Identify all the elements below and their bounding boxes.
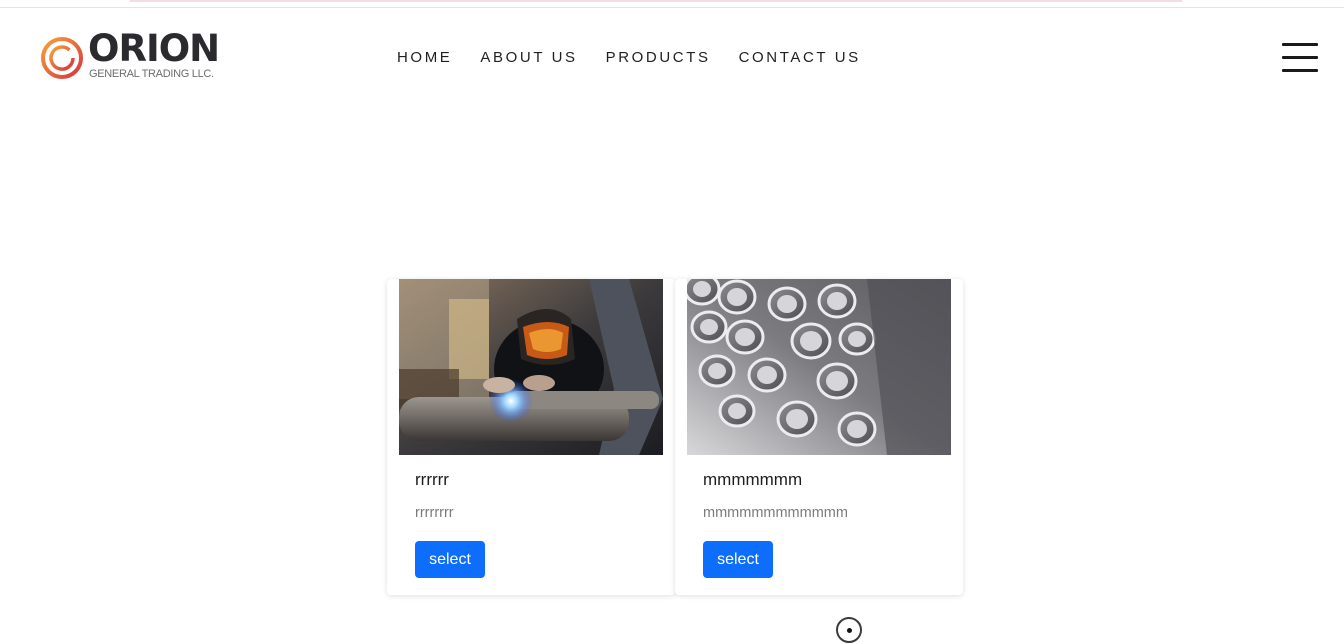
brand-tagline: GENERAL TRADING LLC. xyxy=(89,68,214,80)
product-card: mmmmmmm mmmmmmmmmmmm select xyxy=(675,279,963,595)
top-border-line xyxy=(130,0,1182,2)
product-description: rrrrrrrr xyxy=(415,505,454,521)
welder-photo-icon xyxy=(399,279,663,455)
brand-name: ORION xyxy=(88,27,220,70)
product-image-welder xyxy=(399,279,663,455)
scroll-down-icon[interactable] xyxy=(836,617,862,643)
hamburger-line xyxy=(1282,56,1318,59)
nav-item-about-us[interactable]: ABOUT US xyxy=(480,49,577,66)
select-button[interactable]: select xyxy=(703,541,773,578)
orion-logo-icon xyxy=(41,37,83,79)
top-border xyxy=(0,0,1344,8)
main-nav: HOME ABOUT US PRODUCTS CONTACT US xyxy=(397,49,889,66)
product-title: rrrrrr xyxy=(415,470,449,489)
product-description: mmmmmmmmmmmm xyxy=(703,505,848,521)
product-title: mmmmmmm xyxy=(703,470,803,489)
brand-logo[interactable]: ORION GENERAL TRADING LLC. xyxy=(40,30,230,84)
product-card: rrrrrr rrrrrrrr select xyxy=(387,279,675,595)
hamburger-menu-icon[interactable] xyxy=(1282,43,1318,73)
hamburger-line xyxy=(1282,69,1318,72)
nav-item-contact-us[interactable]: CONTACT US xyxy=(739,49,861,66)
select-button[interactable]: select xyxy=(415,541,485,578)
nav-item-home[interactable]: HOME xyxy=(397,49,452,66)
nav-item-products[interactable]: PRODUCTS xyxy=(606,49,711,66)
product-image-pipes xyxy=(687,279,951,455)
hamburger-line xyxy=(1282,43,1318,46)
steel-pipes-photo-icon xyxy=(687,279,951,455)
